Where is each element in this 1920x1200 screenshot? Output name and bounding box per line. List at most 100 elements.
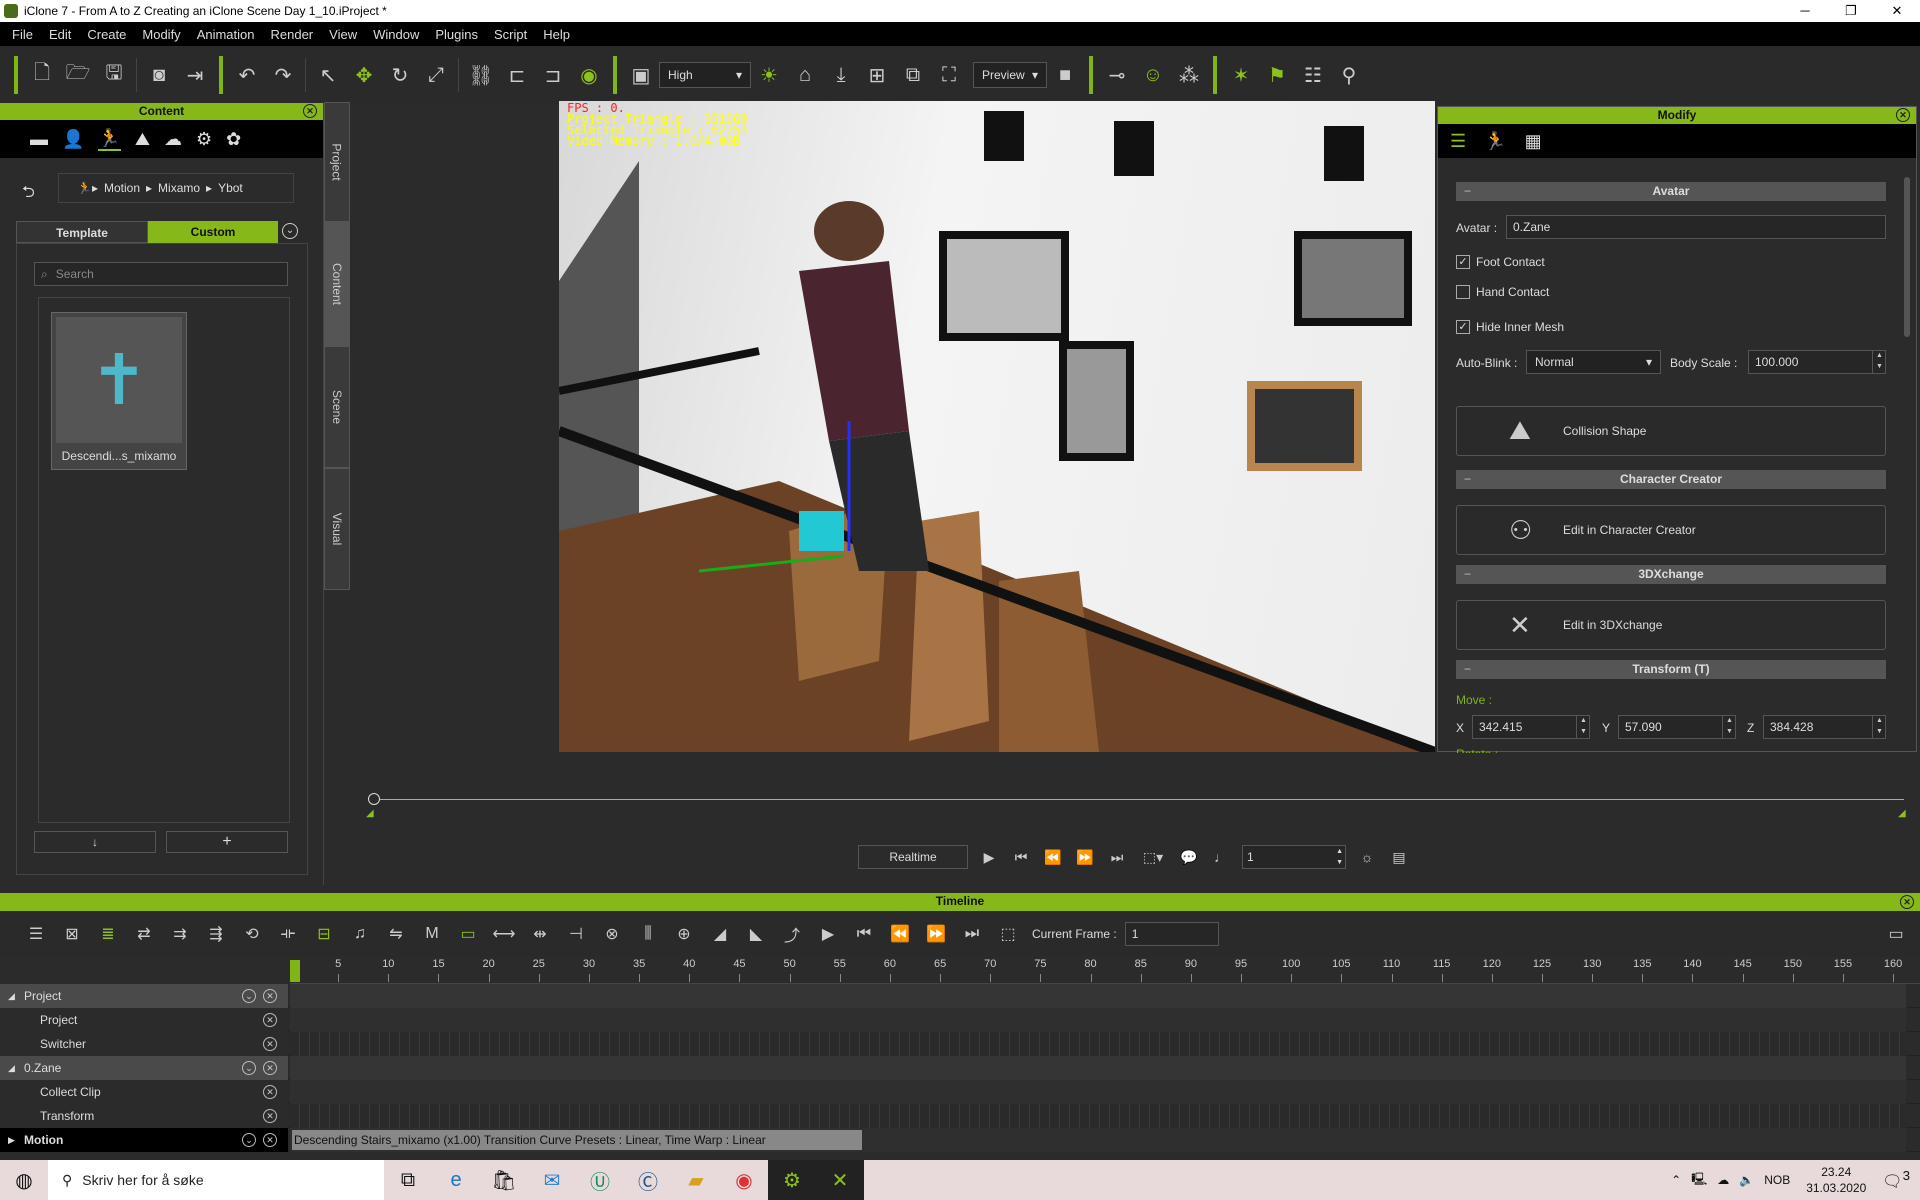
- content-item[interactable]: ✝ Descendi...s_mixamo: [51, 312, 187, 470]
- collision-shape-button[interactable]: ⛰ Collision Shape: [1456, 406, 1886, 456]
- timeline-ruler[interactable]: 5 10 15 20 25 30 35 40 45 50 55 60 65 70 75 80 85 90 95 100…: [290, 958, 1920, 984]
- move-x-spinner[interactable]: ▲ ▼: [1576, 715, 1590, 739]
- film-icon[interactable]: ⚙: [196, 129, 212, 150]
- network-icon[interactable]: 🖳: [1691, 1170, 1707, 1191]
- add-button[interactable]: +: [166, 831, 288, 853]
- transition-icon[interactable]: ⇄: [126, 916, 162, 952]
- puppet-icon[interactable]: ⁂: [1171, 57, 1207, 93]
- close-icon[interactable]: ✕: [303, 104, 317, 118]
- 3d-viewport[interactable]: FPS : 0. Project Triangle : 351660 Selec…: [559, 101, 1435, 752]
- close-icon[interactable]: ✕: [1896, 108, 1910, 122]
- clip-icon[interactable]: ⊟: [306, 916, 342, 952]
- track-lane[interactable]: [290, 1056, 1906, 1080]
- side-tab-scene[interactable]: Scene: [324, 346, 350, 468]
- last-frame-icon[interactable]: ⏭: [954, 916, 990, 952]
- task-view-icon[interactable]: ⧉: [384, 1160, 432, 1200]
- rotate-icon[interactable]: ↻: [382, 57, 418, 93]
- stretch-icon[interactable]: ⟷: [486, 916, 522, 952]
- remove-track-icon[interactable]: ✕: [263, 1061, 277, 1075]
- motion-clip[interactable]: Descending Stairs_mixamo (x1.00) Transit…: [292, 1130, 862, 1150]
- menu-modify[interactable]: Modify: [134, 27, 188, 42]
- key-prev-icon[interactable]: ◢: [702, 916, 738, 952]
- store-icon[interactable]: 🛍: [480, 1160, 528, 1200]
- expand-arrow-icon[interactable]: ◢: [8, 1056, 15, 1080]
- open-folder-icon[interactable]: 🗁: [60, 57, 96, 93]
- realtime-button[interactable]: Realtime: [858, 845, 968, 869]
- maximize-button[interactable]: ❐: [1828, 0, 1874, 22]
- onedrive-icon[interactable]: ☁: [1717, 1173, 1729, 1187]
- time-slider-handle[interactable]: [368, 793, 380, 805]
- move-z-spinner[interactable]: ▲ ▼: [1872, 715, 1886, 739]
- motion-icon[interactable]: 🏃: [1484, 131, 1506, 152]
- menu-window[interactable]: Window: [365, 27, 427, 42]
- move-x-field[interactable]: 342.415: [1472, 715, 1590, 739]
- delete-clip-icon[interactable]: ⊗: [594, 916, 630, 952]
- clipboard-icon[interactable]: ☷: [1295, 57, 1331, 93]
- subtitle-icon[interactable]: 💬: [1178, 839, 1200, 875]
- mail-icon[interactable]: ✉: [528, 1160, 576, 1200]
- fit-range-icon[interactable]: ⇹: [522, 916, 558, 952]
- layout-icon[interactable]: ▣: [623, 57, 659, 93]
- edit-in-character-creator-button[interactable]: ⚇ Edit in Character Creator: [1456, 505, 1886, 555]
- hide-inner-mesh-checkbox[interactable]: ✓ Hide Inner Mesh: [1456, 320, 1564, 334]
- menu-file[interactable]: File: [4, 27, 41, 42]
- folder-icon[interactable]: ▬: [30, 129, 48, 150]
- track-lane[interactable]: [290, 984, 1906, 1008]
- timeline-icon[interactable]: ▤: [1388, 839, 1410, 875]
- app-c-icon[interactable]: Ⓒ: [624, 1160, 672, 1200]
- search-input[interactable]: ⌕ Search: [34, 262, 288, 286]
- time-slider[interactable]: [374, 799, 1904, 800]
- ik-icon[interactable]: ⚲: [1331, 57, 1367, 93]
- remove-track-icon[interactable]: ✕: [263, 1085, 277, 1099]
- remove-track-icon[interactable]: ✕: [263, 989, 277, 1003]
- move-z-field[interactable]: 384.428: [1763, 715, 1886, 739]
- remove-track-icon[interactable]: ✕: [263, 1109, 277, 1123]
- track-row[interactable]: Project ◢ ⌄ ✕: [0, 984, 1920, 1008]
- checker-icon[interactable]: ▦: [1525, 131, 1542, 152]
- volume-icon[interactable]: 🔈: [1739, 1173, 1754, 1187]
- tab-template[interactable]: Template: [16, 221, 148, 243]
- track-row[interactable]: Switcher ✕: [0, 1032, 1920, 1056]
- track-lane[interactable]: [290, 1104, 1906, 1128]
- export-icon[interactable]: ⤴: [774, 916, 810, 952]
- first-frame-icon[interactable]: ⏮: [846, 916, 882, 952]
- insert-icon[interactable]: ⇉: [162, 916, 198, 952]
- save-icon[interactable]: 🖫: [96, 57, 132, 93]
- swap-icon[interactable]: ⇋: [378, 916, 414, 952]
- flag-icon[interactable]: ⚑: [1259, 57, 1295, 93]
- align-left-icon[interactable]: ⊏: [499, 57, 535, 93]
- mocap-icon[interactable]: M: [414, 916, 450, 952]
- new-file-icon[interactable]: 🗋: [24, 57, 60, 93]
- collapse-icon[interactable]: ⌄: [242, 1133, 256, 1147]
- scale-icon[interactable]: ⤢: [418, 57, 454, 93]
- first-frame-icon[interactable]: ⏮: [1010, 839, 1032, 875]
- play-icon[interactable]: ▶: [810, 916, 846, 952]
- fit-icon[interactable]: ⊞: [859, 57, 895, 93]
- track-name[interactable]: Collect Clip: [0, 1080, 288, 1104]
- track-row[interactable]: Project ✕: [0, 1008, 1920, 1032]
- chevron-up-icon[interactable]: ⌃: [1671, 1173, 1681, 1187]
- prev-frame-icon[interactable]: ⏪: [1042, 839, 1064, 875]
- app-u-icon[interactable]: Ⓤ: [576, 1160, 624, 1200]
- light-icon[interactable]: ☀: [751, 57, 787, 93]
- quality-select[interactable]: High ▾: [659, 62, 751, 88]
- breadcrumb-ybot[interactable]: Ybot: [218, 181, 243, 195]
- mirror-icon[interactable]: ⟛: [270, 916, 306, 952]
- tab-custom[interactable]: Custom: [148, 221, 278, 243]
- menu-create[interactable]: Create: [79, 27, 134, 42]
- back-icon[interactable]: ⮌: [22, 181, 35, 208]
- preview-select[interactable]: Preview ▾: [973, 62, 1047, 88]
- motion-icon[interactable]: 🏃: [98, 128, 121, 151]
- minimize-button[interactable]: ─: [1782, 0, 1828, 22]
- last-frame-icon[interactable]: ⏭: [1106, 839, 1128, 875]
- redo-icon[interactable]: ↷: [265, 57, 301, 93]
- frame-icon[interactable]: ⛶: [931, 57, 967, 93]
- track-name[interactable]: Project: [0, 1008, 288, 1032]
- side-tab-content[interactable]: Content: [324, 222, 350, 346]
- drop-icon[interactable]: ⤓: [823, 57, 859, 93]
- next-frame-icon[interactable]: ⏩: [918, 916, 954, 952]
- key-next-icon[interactable]: ◣: [738, 916, 774, 952]
- camera-view-icon[interactable]: ⧉: [895, 57, 931, 93]
- split-icon[interactable]: ⫼: [630, 916, 666, 952]
- edge-icon[interactable]: e: [432, 1160, 480, 1200]
